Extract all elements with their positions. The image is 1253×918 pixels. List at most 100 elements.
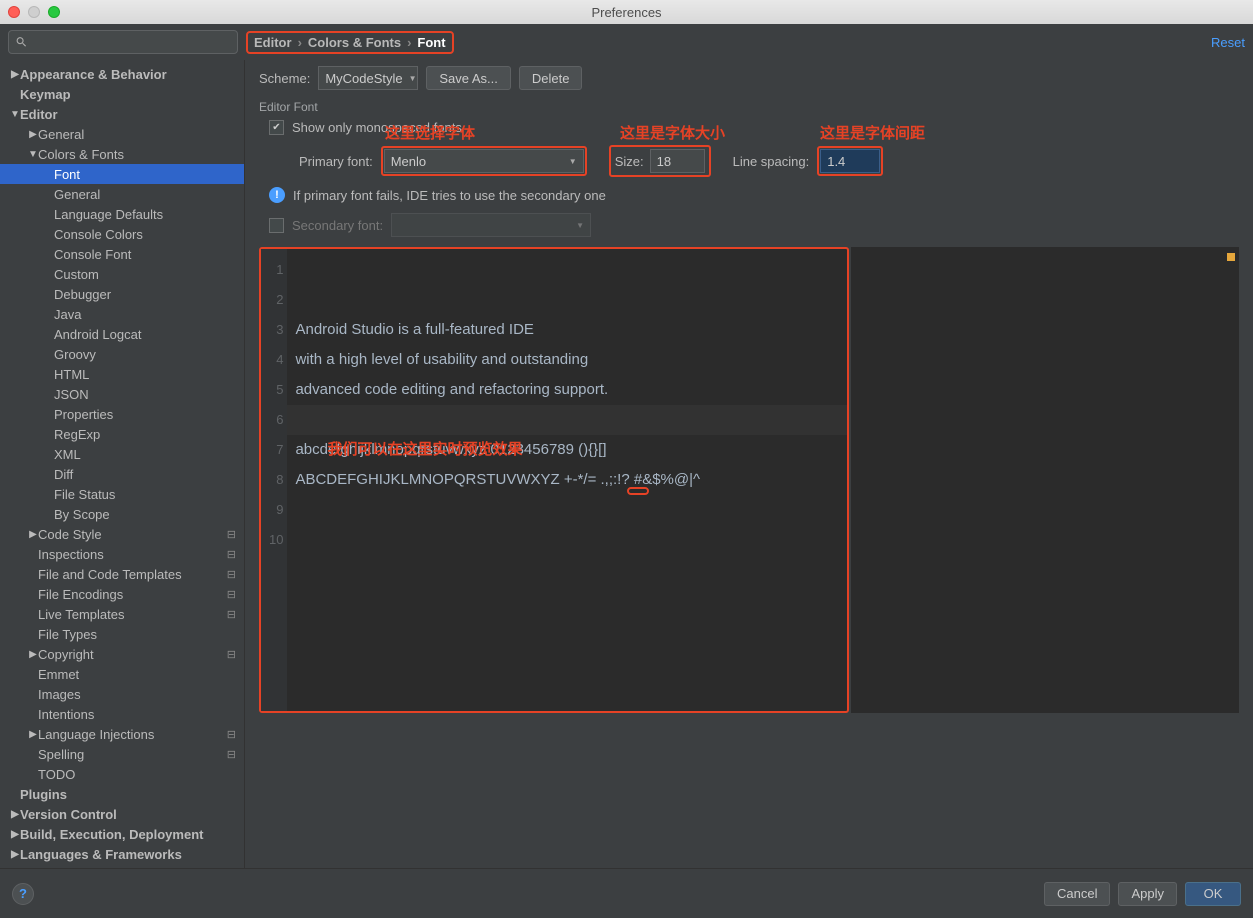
tree-item-label: Custom [54, 267, 99, 282]
save-as-button[interactable]: Save As... [426, 66, 511, 90]
tree-item-label: Editor [20, 107, 58, 122]
tree-item-html[interactable]: HTML [0, 364, 244, 384]
tree-item-images[interactable]: Images [0, 684, 244, 704]
annotation-size: 这里是字体大小 [620, 122, 725, 143]
tree-item-label: Properties [54, 407, 113, 422]
tree-item-label: Console Colors [54, 227, 143, 242]
annotation-preview: 我们可以在这里实时预览效果 [327, 435, 522, 465]
tree-item-languages-frameworks[interactable]: ▶Languages & Frameworks [0, 844, 244, 864]
help-button[interactable]: ? [12, 883, 34, 905]
tree-item-java[interactable]: Java [0, 304, 244, 324]
scheme-dropdown[interactable]: MyCodeStyle ▼ [318, 66, 418, 90]
tree-item-copyright[interactable]: ▶Copyright⊟ [0, 644, 244, 664]
font-preview-editor[interactable]: 12345678910 Android Studio is a full-fea… [259, 247, 849, 713]
breadcrumb-part: Editor [254, 35, 292, 50]
tree-item-plugins[interactable]: Plugins [0, 784, 244, 804]
tree-item-label: File Status [54, 487, 115, 502]
info-icon: ! [269, 187, 285, 203]
tree-item-label: Languages & Frameworks [20, 847, 182, 862]
tree-item-general[interactable]: General [0, 184, 244, 204]
tree-item-file-status[interactable]: File Status [0, 484, 244, 504]
preview-line: with a high level of usability and outst… [295, 345, 839, 375]
tree-item-language-injections[interactable]: ▶Language Injections⊟ [0, 724, 244, 744]
tree-item-label: By Scope [54, 507, 110, 522]
tree-item-properties[interactable]: Properties [0, 404, 244, 424]
show-mono-checkbox[interactable] [269, 120, 284, 135]
tree-item-label: Debugger [54, 287, 111, 302]
tree-item-android-logcat[interactable]: Android Logcat [0, 324, 244, 344]
tree-item-font[interactable]: Font [0, 164, 244, 184]
search-icon [15, 35, 28, 49]
tree-item-general[interactable]: ▶General [0, 124, 244, 144]
ok-button[interactable]: OK [1185, 882, 1241, 906]
tree-item-json[interactable]: JSON [0, 384, 244, 404]
tree-item-colors-fonts[interactable]: ▼Colors & Fonts [0, 144, 244, 164]
tree-item-diff[interactable]: Diff [0, 464, 244, 484]
cancel-button[interactable]: Cancel [1044, 882, 1110, 906]
tree-item-code-style[interactable]: ▶Code Style⊟ [0, 524, 244, 544]
tree-item-file-encodings[interactable]: File Encodings⊟ [0, 584, 244, 604]
tree-item-label: Inspections [38, 547, 104, 562]
preview-line [295, 555, 839, 585]
tree-item-groovy[interactable]: Groovy [0, 344, 244, 364]
tree-arrow-icon: ▼ [28, 149, 38, 160]
project-level-icon: ⊟ [227, 548, 236, 561]
tree-arrow-icon: ▶ [10, 849, 20, 860]
search-input-wrapper[interactable] [8, 30, 238, 54]
tree-item-by-scope[interactable]: By Scope [0, 504, 244, 524]
tree-item-file-and-code-templates[interactable]: File and Code Templates⊟ [0, 564, 244, 584]
preview-line: advanced code editing and refactoring su… [295, 375, 839, 405]
tree-item-label: Font [54, 167, 80, 182]
tree-item-language-defaults[interactable]: Language Defaults [0, 204, 244, 224]
tree-item-inspections[interactable]: Inspections ⊟ [0, 544, 244, 564]
caret-marker-icon [627, 487, 649, 495]
tree-arrow-icon: ▶ [28, 729, 38, 740]
tree-item-regexp[interactable]: RegExp [0, 424, 244, 444]
search-input[interactable] [32, 35, 231, 49]
tree-item-label: Live Templates [38, 607, 124, 622]
breadcrumb-current: Font [417, 35, 445, 50]
tree-item-label: Diff [54, 467, 73, 482]
tree-item-console-colors[interactable]: Console Colors [0, 224, 244, 244]
breadcrumb: Editor › Colors & Fonts › Font [246, 31, 454, 54]
tree-item-build-execution-deployment[interactable]: ▶Build, Execution, Deployment [0, 824, 244, 844]
tree-item-label: XML [54, 447, 81, 462]
primary-font-dropdown[interactable]: Menlo ▼ [384, 149, 584, 173]
tree-item-keymap[interactable]: Keymap [0, 84, 244, 104]
tree-item-file-types[interactable]: File Types [0, 624, 244, 644]
project-level-icon: ⊟ [227, 728, 236, 741]
secondary-font-dropdown: ▼ [391, 213, 591, 237]
size-input[interactable] [650, 149, 705, 173]
breadcrumb-separator: › [407, 35, 411, 50]
tree-item-intentions[interactable]: Intentions [0, 704, 244, 724]
apply-button[interactable]: Apply [1118, 882, 1177, 906]
tree-item-label: Android Logcat [54, 327, 141, 342]
tree-item-label: Colors & Fonts [38, 147, 124, 162]
tree-item-todo[interactable]: TODO [0, 764, 244, 784]
tree-item-label: General [54, 187, 100, 202]
tree-item-live-templates[interactable]: Live Templates⊟ [0, 604, 244, 624]
annotation-primary-font: 这里选择字体 [385, 122, 475, 143]
gutter: 12345678910 [261, 249, 287, 711]
spacing-label: Line spacing: [733, 154, 810, 169]
chevron-down-icon: ▼ [569, 157, 577, 166]
tree-item-spelling[interactable]: Spelling⊟ [0, 744, 244, 764]
spacing-highlight [817, 146, 883, 176]
tree-item-xml[interactable]: XML [0, 444, 244, 464]
reset-link[interactable]: Reset [1211, 35, 1245, 50]
tree-item-custom[interactable]: Custom [0, 264, 244, 284]
chevron-down-icon: ▼ [409, 74, 417, 83]
tree-item-editor[interactable]: ▼Editor [0, 104, 244, 124]
settings-tree[interactable]: ▶Appearance & BehaviorKeymap▼Editor▶Gene… [0, 60, 245, 868]
tree-item-label: HTML [54, 367, 89, 382]
delete-button[interactable]: Delete [519, 66, 583, 90]
secondary-font-checkbox[interactable] [269, 218, 284, 233]
tree-item-label: Build, Execution, Deployment [20, 827, 203, 842]
tree-item-console-font[interactable]: Console Font [0, 244, 244, 264]
tree-item-debugger[interactable]: Debugger [0, 284, 244, 304]
tree-item-appearance-behavior[interactable]: ▶Appearance & Behavior [0, 64, 244, 84]
tree-item-emmet[interactable]: Emmet [0, 664, 244, 684]
tree-item-version-control[interactable]: ▶Version Control [0, 804, 244, 824]
preview-code[interactable]: Android Studio is a full-featured IDEwit… [287, 249, 847, 711]
line-spacing-input[interactable] [820, 149, 880, 173]
